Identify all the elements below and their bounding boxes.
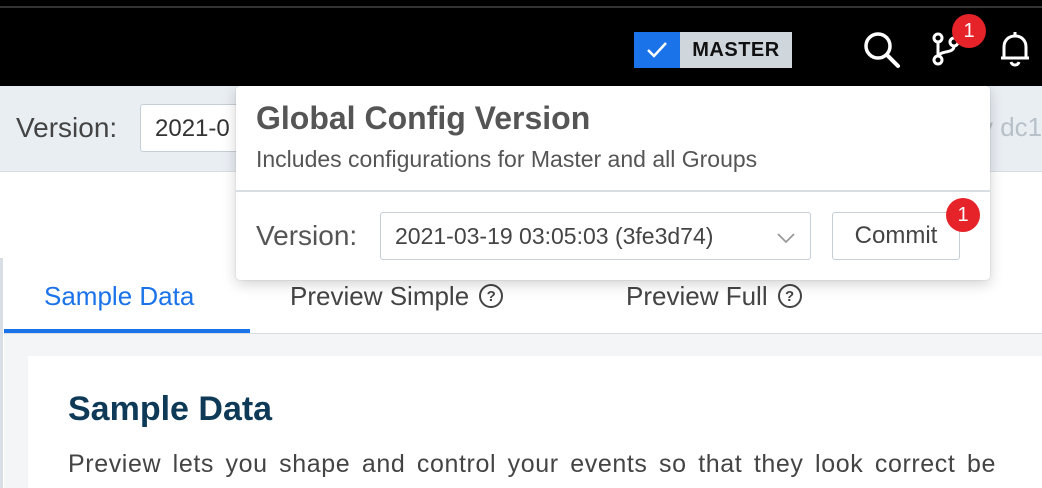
version-label: Version:: [16, 112, 118, 143]
search-icon[interactable]: [860, 28, 902, 70]
popover-divider: [236, 190, 990, 192]
panel-left-border: [0, 258, 3, 488]
tab-sample-data[interactable]: Sample Data: [44, 258, 194, 334]
tab-label: Preview Simple: [290, 280, 470, 311]
global-config-popover: Global Config Version Includes configura…: [236, 86, 990, 280]
help-icon[interactable]: ?: [479, 284, 504, 308]
bell-icon[interactable]: [994, 28, 1036, 70]
commit-button[interactable]: Commit: [832, 212, 960, 260]
popover-version-value: 2021-03-19 03:05:03 (3fe3d74): [395, 222, 714, 249]
popover-subtitle: Includes configurations for Master and a…: [256, 146, 758, 172]
branch-badge[interactable]: MASTER: [634, 32, 792, 68]
chevron-down-icon: [776, 223, 796, 250]
popover-version-select[interactable]: 2021-03-19 03:05:03 (3fe3d74): [380, 212, 811, 260]
check-icon: [634, 32, 680, 68]
popover-title: Global Config Version: [256, 100, 591, 136]
active-tab-indicator: [4, 329, 250, 333]
branch-badge-label: MASTER: [680, 32, 792, 68]
help-icon[interactable]: ?: [777, 284, 802, 308]
tab-label: Preview Full: [626, 280, 768, 311]
content-title: Sample Data: [68, 390, 273, 428]
top-bar-divider: [0, 6, 1042, 8]
popover-version-label: Version:: [256, 220, 358, 251]
content-description: Preview lets you shape and control your …: [68, 450, 997, 478]
tab-label: Sample Data: [44, 280, 195, 311]
commit-count-badge: 1: [946, 198, 980, 232]
git-changes-badge: 1: [952, 14, 986, 48]
